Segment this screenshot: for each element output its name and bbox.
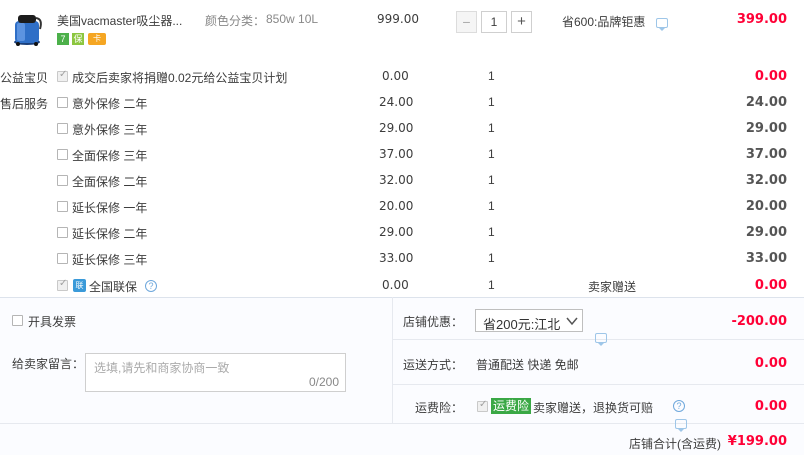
service-price: 37.00 xyxy=(379,147,414,161)
service-qty: 1 xyxy=(488,173,495,187)
service-checkbox[interactable] xyxy=(57,201,68,212)
sku-value: 850w 10L xyxy=(266,12,319,26)
shipping-label: 运送方式： xyxy=(403,358,464,372)
warranty-subtotal: 0.00 xyxy=(754,278,787,293)
charity-subtotal: 0.00 xyxy=(754,69,787,84)
insurance-text: 卖家赠送，退换货可赔 xyxy=(533,401,654,415)
service-name: 意外保修 三年 xyxy=(72,123,148,137)
service-qty: 1 xyxy=(488,199,495,213)
message-counter: 0/200 xyxy=(308,375,339,389)
shop-discount-selected: 省200元:江北 xyxy=(483,317,561,332)
service-checkbox[interactable] xyxy=(57,123,68,134)
charity-price: 0.00 xyxy=(382,69,409,83)
service-qty: 1 xyxy=(488,121,495,135)
service-price: 32.00 xyxy=(379,173,414,187)
invoice-label: 开具发票 xyxy=(28,315,77,329)
service-subtotal: 32.00 xyxy=(745,173,787,188)
service-qty: 1 xyxy=(488,147,495,161)
service-price: 29.00 xyxy=(379,121,414,135)
product-thumbnail[interactable] xyxy=(10,9,44,47)
product-title[interactable]: 美国vacmaster吸尘器... xyxy=(57,12,182,29)
quantity-input[interactable]: 1 xyxy=(481,11,507,33)
service-price: 33.00 xyxy=(379,251,414,265)
total-label: 店铺合计(含运费) xyxy=(629,437,721,451)
shipping-value: 0.00 xyxy=(754,356,787,371)
service-qty: 1 xyxy=(488,225,495,239)
promotion-text: 省600:品牌钜惠 xyxy=(562,15,646,29)
insurance-label: 运费险： xyxy=(415,401,464,415)
chevron-down-icon xyxy=(566,317,578,326)
unit-price: 999.00 xyxy=(377,12,419,26)
badge-7day: 7 xyxy=(57,33,69,45)
warranty-price: 0.00 xyxy=(382,278,409,292)
charity-qty: 1 xyxy=(488,69,495,83)
message-label: 给卖家留言： xyxy=(12,357,85,371)
service-name: 意外保修 二年 xyxy=(72,97,148,111)
warranty-note: 卖家赠送 xyxy=(588,280,637,294)
insurance-checkbox[interactable] xyxy=(477,399,488,412)
service-name: 全面保修 三年 xyxy=(72,149,148,163)
shop-discount-label: 店铺优惠： xyxy=(403,315,464,329)
charity-checkbox[interactable] xyxy=(57,69,68,82)
help-icon[interactable]: ? xyxy=(145,280,157,292)
charity-section-label: 公益宝贝 xyxy=(0,71,49,85)
service-name: 延长保修 三年 xyxy=(72,253,148,267)
product-row: 美国vacmaster吸尘器... 7 保 卡 颜色分类： 850w 10L 9… xyxy=(0,0,804,46)
service-name: 延长保修 二年 xyxy=(72,227,148,241)
insurance-badge: 运费险 xyxy=(491,398,532,414)
service-price: 24.00 xyxy=(379,95,414,109)
service-subtotal: 24.00 xyxy=(745,95,787,110)
insurance-help-icon[interactable]: ? xyxy=(673,400,685,412)
service-price: 20.00 xyxy=(379,199,414,213)
panel-divider-2 xyxy=(392,384,804,385)
service-subtotal: 33.00 xyxy=(745,251,787,266)
decrease-quantity-button[interactable]: − xyxy=(456,11,477,33)
shop-discount-value: -200.00 xyxy=(731,314,787,329)
service-checkbox[interactable] xyxy=(57,97,68,108)
charity-text: 成交后卖家将捐赠0.02元给公益宝贝计划 xyxy=(72,71,288,85)
service-qty: 1 xyxy=(488,95,495,109)
service-subtotal: 20.00 xyxy=(745,199,787,214)
credit-card-icon: 卡 xyxy=(88,33,106,45)
shipping-text: 普通配送 快递 免邮 xyxy=(476,358,579,372)
message-icon[interactable] xyxy=(656,17,668,31)
insurance-value: 0.00 xyxy=(754,399,787,414)
service-checkbox[interactable] xyxy=(57,227,68,238)
invoice-checkbox[interactable] xyxy=(12,315,23,326)
total-value: ¥199.00 xyxy=(727,434,787,449)
product-subtotal: 399.00 xyxy=(736,12,787,27)
service-checkbox[interactable] xyxy=(57,175,68,186)
service-subtotal: 37.00 xyxy=(745,147,787,162)
warranty-qty: 1 xyxy=(488,278,495,292)
warranty-badge-icon: 联 xyxy=(73,279,86,292)
service-price: 29.00 xyxy=(379,225,414,239)
sku-label: 颜色分类： xyxy=(205,14,266,28)
service-name: 延长保修 一年 xyxy=(72,201,148,215)
service-checkbox[interactable] xyxy=(57,253,68,264)
warranty-name: 全国联保 xyxy=(89,280,138,294)
shop-discount-select[interactable]: 省200元:江北 xyxy=(475,309,583,332)
service-checkbox[interactable] xyxy=(57,149,68,160)
service-subtotal: 29.00 xyxy=(745,121,787,136)
services-section-label: 售后服务 xyxy=(0,97,49,111)
quantity-stepper: − 1 + xyxy=(456,11,532,33)
message-textarea[interactable]: 选填,请先和商家协商一致 0/200 xyxy=(85,353,346,392)
message-placeholder: 选填,请先和商家协商一致 xyxy=(94,361,230,375)
badge-guarantee: 保 xyxy=(72,33,84,45)
panel-divider-vertical xyxy=(392,297,393,423)
service-qty: 1 xyxy=(488,251,495,265)
insurance-message-icon[interactable] xyxy=(675,418,688,432)
increase-quantity-button[interactable]: + xyxy=(511,11,532,33)
service-subtotal: 29.00 xyxy=(745,225,787,240)
service-name: 全面保修 二年 xyxy=(72,175,148,189)
warranty-checkbox[interactable] xyxy=(57,278,68,291)
discount-message-icon[interactable] xyxy=(595,332,607,346)
